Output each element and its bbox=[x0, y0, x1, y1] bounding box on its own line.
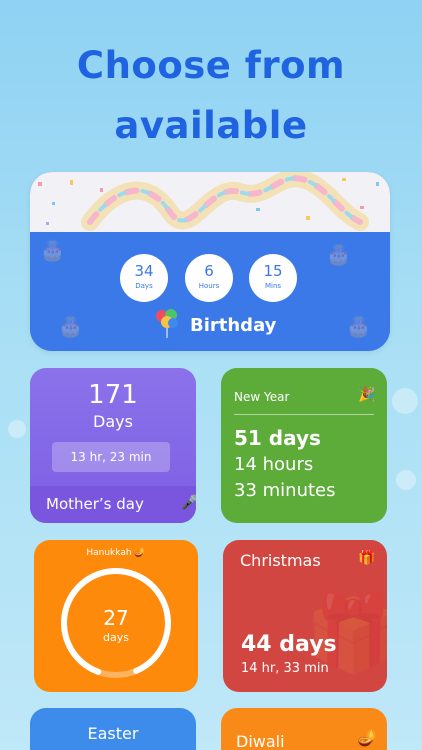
hanukkah-title: Hanukkah 🪔 bbox=[34, 548, 198, 558]
new-year-days: 51 days bbox=[234, 426, 321, 450]
confetti-banner bbox=[30, 172, 390, 232]
hours-value: 6 bbox=[204, 262, 214, 280]
hanukkah-number: 27 bbox=[103, 606, 129, 630]
new-year-minutes: 33 minutes bbox=[234, 480, 336, 501]
gift-icon: 🎁 bbox=[358, 550, 376, 566]
days-counter: 34 Days bbox=[120, 254, 168, 302]
mins-counter: 15 Mins bbox=[249, 254, 297, 302]
days-unit: Days bbox=[135, 282, 153, 290]
christmas-detail: 14 hr, 33 min bbox=[241, 661, 329, 676]
mothers-day-number: 171 bbox=[88, 380, 138, 410]
birthday-title: Birthday bbox=[190, 315, 277, 336]
cake-icon: 🎂 bbox=[326, 242, 351, 266]
mothers-day-card[interactable]: 171 Days 13 hr, 23 min Mother’s day 🎤 bbox=[30, 368, 196, 523]
microphone-icon: 🎤 bbox=[181, 495, 196, 511]
easter-card[interactable]: Easter bbox=[30, 708, 196, 750]
background-bokeh bbox=[396, 470, 416, 490]
cake-icon: 🎂 bbox=[40, 238, 65, 262]
hanukkah-title-text: Hanukkah bbox=[86, 548, 132, 558]
cake-icon: 🎂 bbox=[58, 314, 83, 338]
mothers-day-unit: Days bbox=[93, 412, 133, 431]
hours-unit: Hours bbox=[198, 282, 220, 290]
birthday-card[interactable]: 🎂 🎂 🎂 🎂 34 Days 6 Hours 15 Mins Birthday bbox=[30, 172, 390, 351]
new-year-title: New Year bbox=[234, 390, 290, 404]
new-year-card[interactable]: New Year 🎉 51 days 14 hours 33 minutes bbox=[221, 368, 387, 523]
hours-counter: 6 Hours bbox=[185, 254, 233, 302]
mothers-day-detail: 13 hr, 23 min bbox=[52, 442, 170, 472]
christmas-title: Christmas bbox=[240, 551, 321, 570]
diwali-card[interactable]: Diwali 🪔 bbox=[221, 708, 387, 750]
headline-line-2: available bbox=[114, 104, 308, 147]
diya-icon: 🪔 bbox=[357, 728, 377, 747]
divider bbox=[234, 414, 374, 415]
easter-title: Easter bbox=[87, 724, 139, 743]
diwali-title: Diwali bbox=[236, 732, 285, 750]
cake-icon: 🎂 bbox=[346, 314, 371, 338]
background-bokeh bbox=[8, 420, 26, 438]
days-value: 34 bbox=[134, 262, 154, 280]
party-popper-icon: 🎉 bbox=[358, 387, 376, 403]
mins-value: 15 bbox=[263, 262, 283, 280]
background-bokeh bbox=[392, 388, 418, 414]
headline: Choose from available bbox=[0, 36, 422, 156]
hanukkah-unit: days bbox=[103, 631, 129, 644]
hanukkah-card[interactable]: Hanukkah 🪔 27 days bbox=[34, 540, 198, 692]
balloons-icon bbox=[156, 309, 178, 338]
headline-line-1: Choose from bbox=[76, 44, 346, 87]
christmas-card[interactable]: 🎁 Christmas 🎁 44 days 14 hr, 33 min bbox=[223, 540, 387, 692]
new-year-hours: 14 hours bbox=[234, 454, 314, 475]
mothers-day-title: Mother’s day bbox=[46, 495, 144, 513]
mins-unit: Mins bbox=[264, 282, 282, 290]
streamer-illustration bbox=[38, 172, 379, 231]
christmas-days: 44 days bbox=[241, 632, 337, 657]
oil-lamp-icon: 🪔 bbox=[134, 548, 146, 558]
